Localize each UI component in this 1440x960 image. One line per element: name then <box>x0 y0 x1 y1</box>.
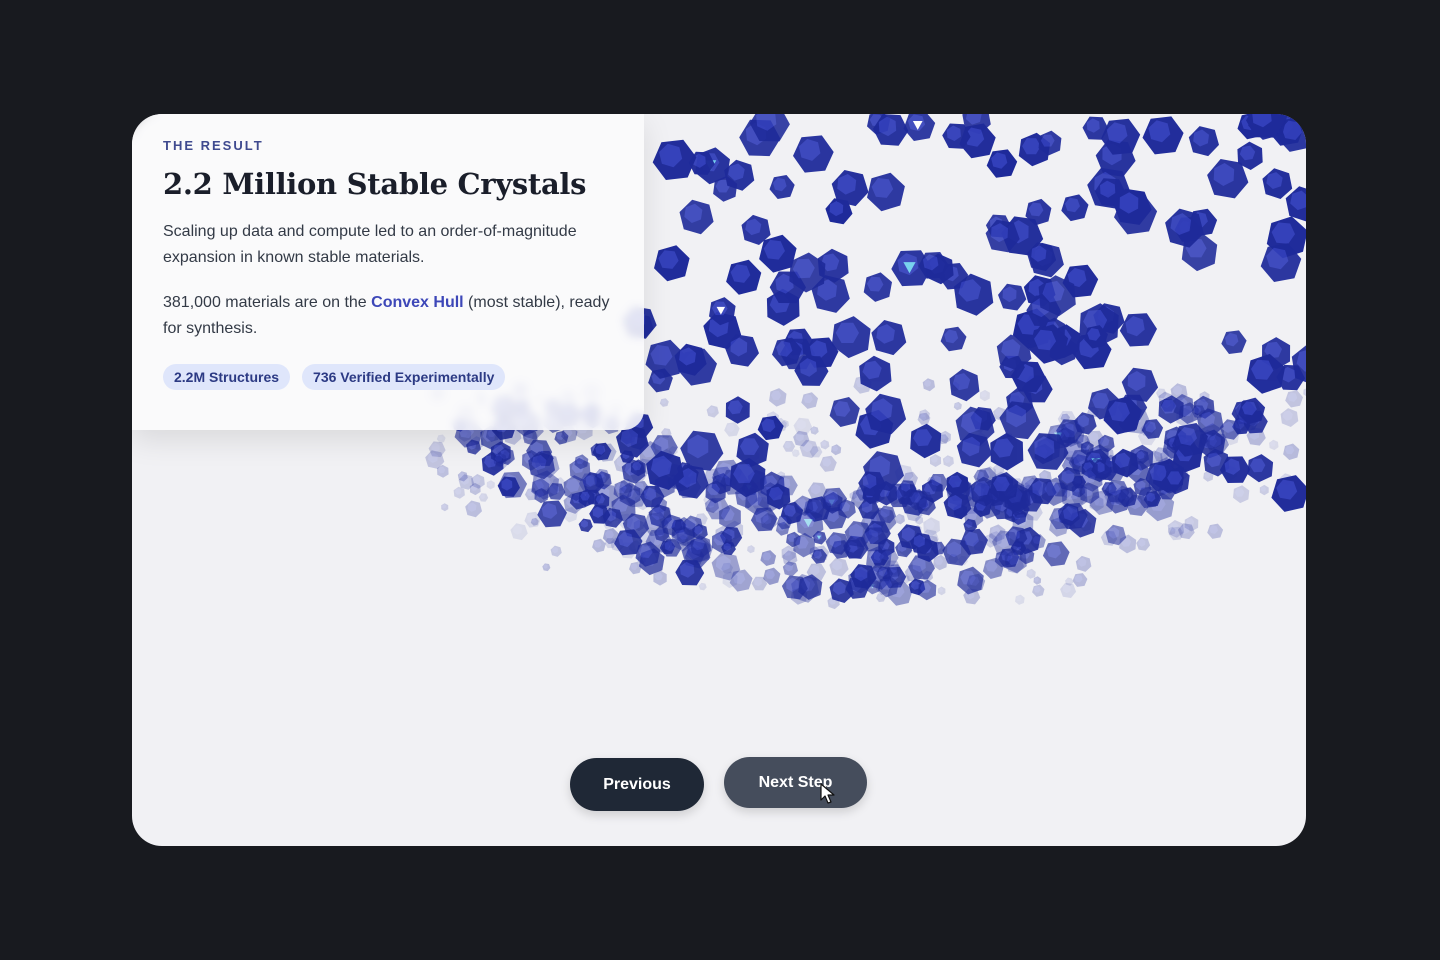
crystal-particle <box>652 139 697 180</box>
crystal-particle <box>1188 126 1219 157</box>
crystal-particle <box>537 500 567 528</box>
page-title: 2.2 Million Stable Crystals <box>163 167 587 201</box>
crystal-particle <box>1026 568 1036 579</box>
crystal-particle <box>894 513 905 525</box>
step-navigation: Previous Next Step <box>570 757 867 811</box>
crystal-particle <box>1142 116 1184 155</box>
crystal-particle <box>942 455 954 468</box>
crystal-particle <box>1259 484 1269 496</box>
crystal-particle <box>1042 541 1070 567</box>
crystal-particle <box>979 389 990 402</box>
crystal-particle <box>1061 194 1089 222</box>
crystal-particle <box>1285 390 1303 408</box>
crystal-particle <box>999 401 1041 440</box>
crystal-particle <box>863 272 892 302</box>
crystal-particle <box>769 175 795 199</box>
crystal-particle <box>1015 594 1025 605</box>
crystal-particle <box>953 401 962 411</box>
crystal-particle <box>937 586 946 596</box>
crystal-particle <box>903 114 936 141</box>
crystal-particle <box>1233 485 1250 504</box>
crystal-particle <box>726 259 762 295</box>
result-info-card: THE RESULT 2.2 Million Stable Crystals S… <box>132 114 644 430</box>
crystal-particle <box>871 320 907 356</box>
crystal-particle <box>865 393 907 435</box>
crystal-particle <box>441 503 449 512</box>
crystal-particle <box>1032 584 1045 597</box>
crystal-particle <box>1247 454 1274 483</box>
crystal-particle <box>654 245 690 282</box>
crystal-particle <box>949 368 980 402</box>
crystal-particle <box>1280 408 1299 427</box>
crystal-particle <box>1262 168 1293 199</box>
crystal-particle <box>1207 523 1224 539</box>
convex-hull-link[interactable]: Convex Hull <box>371 294 463 311</box>
crystal-particle <box>478 493 489 502</box>
crystal-particle <box>725 396 750 424</box>
crystal-particle <box>453 486 465 499</box>
next-step-button[interactable]: Next Step <box>724 757 867 808</box>
crystal-particle <box>706 405 719 418</box>
crystal-particle <box>698 582 707 591</box>
crystal-particle <box>542 563 551 572</box>
crystal-particle <box>998 283 1027 311</box>
badge-row: 2.2M Structures 736 Verified Experimenta… <box>163 364 614 390</box>
crystal-particle <box>990 433 1024 471</box>
stat-prefix: 381,000 materials are on the <box>163 294 372 311</box>
crystal-particle <box>550 545 562 557</box>
crystal-particle <box>769 388 787 407</box>
crystal-particle <box>1119 313 1157 347</box>
structures-badge: 2.2M Structures <box>163 364 291 390</box>
card-description: Scaling up data and compute led to an or… <box>163 223 577 266</box>
crystal-particle <box>1060 582 1077 598</box>
crystal-particle <box>929 454 942 467</box>
crystal-particle <box>782 441 796 452</box>
crystal-particle <box>1303 388 1306 397</box>
crystal-particle <box>922 378 935 392</box>
crystal-particle <box>819 455 837 472</box>
crystal-particle <box>867 172 905 212</box>
crystal-visualization-panel: THE RESULT 2.2 Million Stable Crystals S… <box>132 114 1306 846</box>
crystal-particle <box>1033 576 1042 585</box>
crystal-particle <box>793 135 834 173</box>
crystal-particle <box>820 439 830 450</box>
next-step-label: Next Step <box>758 773 833 791</box>
crystal-particle <box>747 545 755 554</box>
verified-badge: 736 Verified Experimentally <box>302 364 506 390</box>
crystal-particle <box>829 578 854 603</box>
card-stat-text: 381,000 materials are on the Convex Hull… <box>163 290 614 342</box>
crystal-particle <box>831 444 842 456</box>
crystal-particle <box>831 170 869 207</box>
crystal-particle <box>724 422 740 437</box>
crystal-particle <box>465 500 482 518</box>
crystal-particle <box>791 449 800 458</box>
crystal-particle <box>1072 573 1088 587</box>
crystal-particle <box>510 523 528 541</box>
crystal-particle <box>1075 555 1092 572</box>
crystal-particle <box>940 326 967 352</box>
crystal-particle <box>801 392 818 409</box>
crystal-particle <box>486 480 495 490</box>
crystal-particle <box>592 538 606 553</box>
section-eyebrow: THE RESULT <box>163 138 264 153</box>
crystal-particle <box>1269 439 1279 451</box>
crystal-particle <box>1221 330 1247 354</box>
crystal-particle <box>829 557 849 577</box>
crystal-particle <box>829 397 860 427</box>
crystal-particle <box>659 398 669 407</box>
crystal-particle <box>436 434 446 443</box>
crystal-particle <box>1283 443 1300 460</box>
crystal-particle <box>729 569 753 592</box>
previous-button[interactable]: Previous <box>570 758 704 811</box>
crystal-particle <box>1136 537 1151 551</box>
crystal-particle <box>910 423 942 459</box>
crystal-particle <box>679 199 714 235</box>
crystal-particle <box>760 550 777 566</box>
crystal-particle <box>1271 475 1306 512</box>
crystal-particle <box>578 518 593 533</box>
crystal-particle <box>986 149 1018 178</box>
